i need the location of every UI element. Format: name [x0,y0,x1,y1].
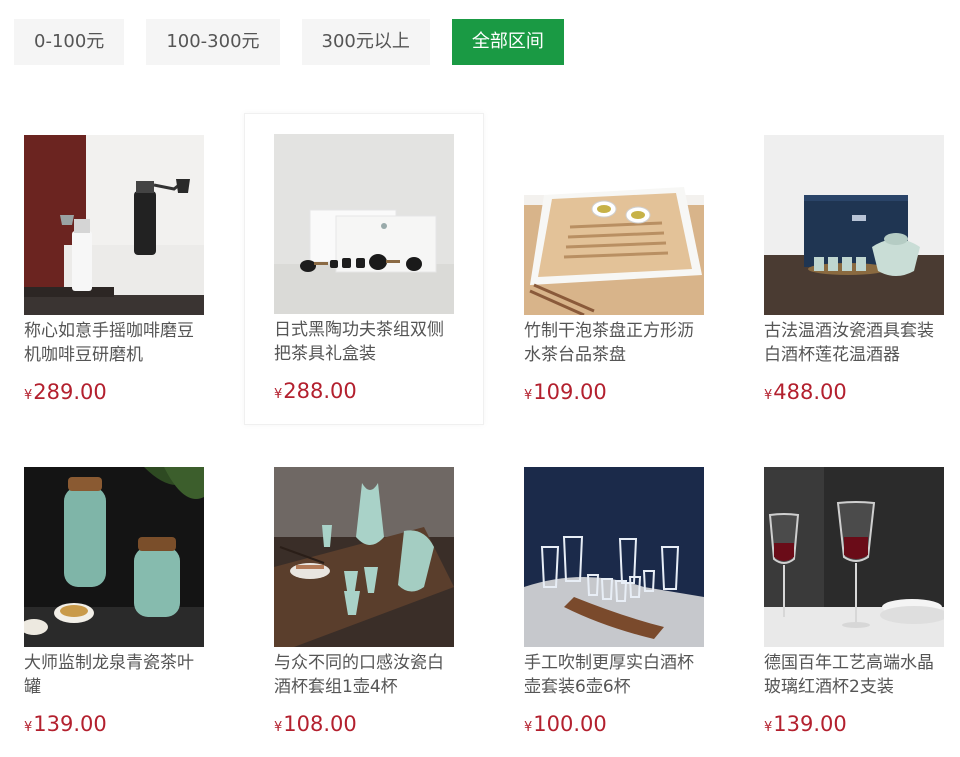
product-price: ¥109.00 [524,379,607,409]
product-card[interactable]: 日式黑陶功夫茶组双侧把茶具礼盒装 ¥288.00 [244,113,484,425]
product-card[interactable]: 古法温酒汝瓷酒具套装白酒杯莲花温酒器 ¥488.00 [734,113,960,425]
red-wine-glasses-photo [764,467,944,647]
product-image[interactable] [524,135,704,315]
product-card[interactable]: 德国百年工艺高端水晶玻璃红酒杯2支装 ¥139.00 [734,445,960,757]
product-name[interactable]: 日式黑陶功夫茶组双侧把茶具礼盒装 [274,318,460,366]
product-name[interactable]: 古法温酒汝瓷酒具套装白酒杯莲花温酒器 [764,319,950,367]
currency-symbol: ¥ [524,388,533,403]
currency-symbol: ¥ [24,720,33,735]
coffee-grinder-photo [24,135,204,315]
product-image[interactable] [524,467,704,647]
product-price: ¥288.00 [274,378,357,408]
product-card[interactable]: 大师监制龙泉青瓷茶叶罐 ¥139.00 [0,445,234,757]
product-card[interactable]: 手工吹制更厚实白酒杯壶套装6壶6杯 ¥100.00 [494,445,734,757]
product-price: ¥488.00 [764,379,847,409]
product-card[interactable]: 称心如意手摇咖啡磨豆机咖啡豆研磨机 ¥289.00 [0,113,234,425]
product-card[interactable]: 与众不同的口感汝瓷白酒杯套组1壶4杯 ¥108.00 [244,445,484,757]
currency-symbol: ¥ [274,387,283,402]
product-name[interactable]: 德国百年工艺高端水晶玻璃红酒杯2支装 [764,651,950,699]
product-price: ¥108.00 [274,711,357,741]
price-value: 109.00 [533,380,607,404]
black-tea-set-photo [274,134,454,314]
celadon-tea-caddy-photo [24,467,204,647]
product-name[interactable]: 竹制干泡茶盘正方形沥水茶台品茶盘 [524,319,710,367]
price-value: 139.00 [773,712,847,736]
currency-symbol: ¥ [24,388,33,403]
product-name[interactable]: 大师监制龙泉青瓷茶叶罐 [24,651,210,699]
product-name[interactable]: 称心如意手摇咖啡磨豆机咖啡豆研磨机 [24,319,210,367]
product-image[interactable] [764,135,944,315]
product-image[interactable] [274,134,454,314]
celadon-liquor-set-photo [274,467,454,647]
celadon-wine-set-photo [764,135,944,315]
product-name[interactable]: 与众不同的口感汝瓷白酒杯套组1壶4杯 [274,651,460,699]
price-value: 100.00 [533,712,607,736]
currency-symbol: ¥ [764,388,773,403]
price-value: 288.00 [283,379,357,403]
product-grid: 称心如意手摇咖啡磨豆机咖啡豆研磨机 ¥289.00 日式黑陶功夫茶组双侧把茶具礼… [0,0,960,751]
product-image[interactable] [24,467,204,647]
product-image[interactable] [24,135,204,315]
product-name[interactable]: 手工吹制更厚实白酒杯壶套装6壶6杯 [524,651,710,699]
product-price: ¥289.00 [24,379,107,409]
price-value: 488.00 [773,380,847,404]
product-price: ¥100.00 [524,711,607,741]
product-card[interactable]: 竹制干泡茶盘正方形沥水茶台品茶盘 ¥109.00 [494,113,734,425]
price-value: 139.00 [33,712,107,736]
product-image[interactable] [764,467,944,647]
product-price: ¥139.00 [764,711,847,741]
product-image[interactable] [274,467,454,647]
product-price: ¥139.00 [24,711,107,741]
currency-symbol: ¥ [274,720,283,735]
price-value: 108.00 [283,712,357,736]
glass-liquor-set-photo [524,467,704,647]
currency-symbol: ¥ [524,720,533,735]
price-value: 289.00 [33,380,107,404]
currency-symbol: ¥ [764,720,773,735]
bamboo-tea-tray-photo [524,135,704,315]
